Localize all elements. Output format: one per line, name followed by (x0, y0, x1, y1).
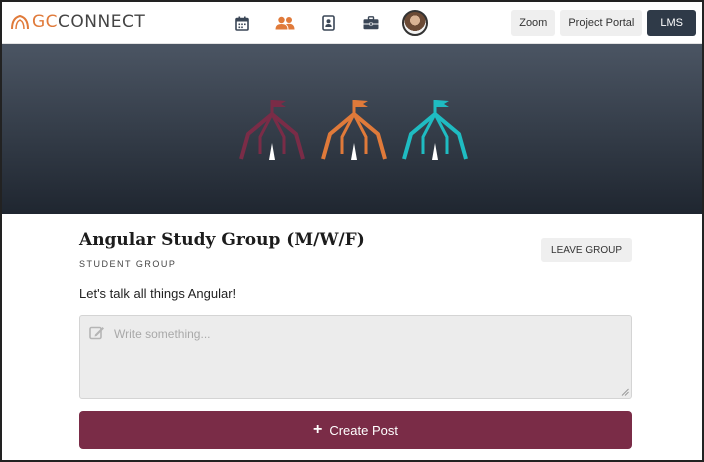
logo-arch-icon (11, 14, 29, 30)
tent-teal-icon (402, 100, 468, 160)
create-post-button[interactable]: + Create Post (79, 411, 632, 449)
group-content: Angular Study Group (M/W/F) STUDENT GROU… (79, 230, 632, 449)
briefcase-icon[interactable] (357, 9, 385, 37)
group-banner (2, 44, 702, 214)
app-window: GCCONNECT Zoom Project Portal LMS Angula… (0, 0, 704, 462)
tent-maroon-icon (239, 100, 305, 160)
plus-icon: + (313, 421, 323, 438)
people-icon[interactable] (271, 9, 299, 37)
main-nav (228, 9, 428, 37)
composer-placeholder: Write something... (114, 327, 211, 341)
header-buttons: Zoom Project Portal LMS (511, 10, 696, 36)
create-post-label: Create Post (329, 422, 398, 438)
banner-tents-graphic (239, 100, 468, 160)
top-nav: GCCONNECT Zoom Project Portal LMS (2, 2, 702, 44)
zoom-button[interactable]: Zoom (511, 10, 556, 36)
leave-group-button[interactable]: LEAVE GROUP (541, 238, 632, 262)
gcconnect-logo[interactable]: GCCONNECT (10, 11, 145, 33)
contact-card-icon[interactable] (314, 9, 342, 37)
user-avatar[interactable] (402, 10, 428, 36)
logo-gc: GC (32, 12, 59, 32)
lms-button[interactable]: LMS (647, 10, 696, 36)
resize-grip-icon[interactable] (621, 388, 629, 396)
logo-connect: CONNECT (58, 12, 146, 32)
calendar-icon[interactable] (228, 9, 256, 37)
project-portal-button[interactable]: Project Portal (560, 10, 643, 36)
group-description: Let's talk all things Angular! (79, 286, 237, 301)
edit-icon (89, 326, 104, 340)
tent-orange-icon (321, 100, 387, 160)
post-composer-input[interactable]: Write something... (79, 315, 632, 399)
